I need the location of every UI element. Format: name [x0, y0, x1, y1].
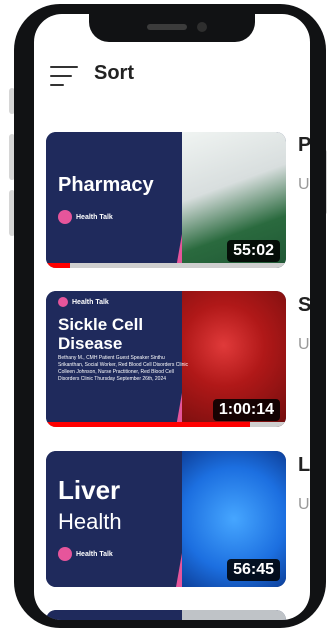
thumbnail-background [46, 610, 192, 620]
sort-lines-icon[interactable] [50, 66, 78, 86]
health-talk-logo: Health Talk [58, 210, 113, 224]
video-channel: U [298, 176, 310, 193]
thumbnail-title: Pharmacy [58, 174, 154, 196]
video-title[interactable]: S [298, 294, 310, 317]
health-talk-logo-icon [58, 547, 72, 561]
watch-progress-fill [46, 422, 250, 427]
video-channel: U [298, 336, 310, 353]
watch-progress-fill [46, 263, 70, 268]
phone-screen: Sort Pharmacy Health Talk 55:02 P U Heal… [34, 14, 310, 620]
duration-badge: 55:02 [227, 240, 280, 262]
thumbnail-title: Liver [58, 475, 121, 505]
thumbnail-speaker-credits: Bethany M., CMH Patient Guest Speaker Si… [58, 355, 188, 382]
watch-progress-bar [46, 263, 286, 268]
health-talk-logo-icon [58, 210, 72, 224]
health-talk-logo: Health Talk [58, 547, 113, 561]
sort-header[interactable]: Sort [34, 60, 310, 100]
thumbnail-background [46, 132, 192, 268]
thumbnail-title: Sickle Cell Disease [58, 315, 144, 353]
speaker-grille [147, 24, 187, 30]
phone-notch [89, 14, 255, 42]
duration-badge: 1:00:14 [212, 399, 280, 421]
video-thumbnail-next[interactable] [46, 610, 286, 620]
thumbnail-title-line-2: Health [58, 509, 122, 534]
duration-badge: 56:45 [227, 559, 280, 581]
video-thumbnail-liver-health[interactable]: Liver Health Health Talk 56:45 [46, 451, 286, 587]
health-talk-logo-icon [58, 297, 68, 307]
health-talk-logo: Health Talk [58, 297, 109, 307]
video-title[interactable]: P [298, 134, 310, 157]
sort-label[interactable]: Sort [94, 62, 134, 85]
thumbnail-photo [182, 610, 286, 620]
video-title[interactable]: L [298, 454, 310, 477]
video-thumbnail-pharmacy[interactable]: Pharmacy Health Talk 55:02 [46, 132, 286, 268]
watch-progress-bar [46, 422, 286, 427]
front-camera [197, 22, 207, 32]
video-thumbnail-sickle-cell[interactable]: Health Talk Sickle Cell Disease Bethany … [46, 291, 286, 427]
video-channel: U [298, 496, 310, 513]
